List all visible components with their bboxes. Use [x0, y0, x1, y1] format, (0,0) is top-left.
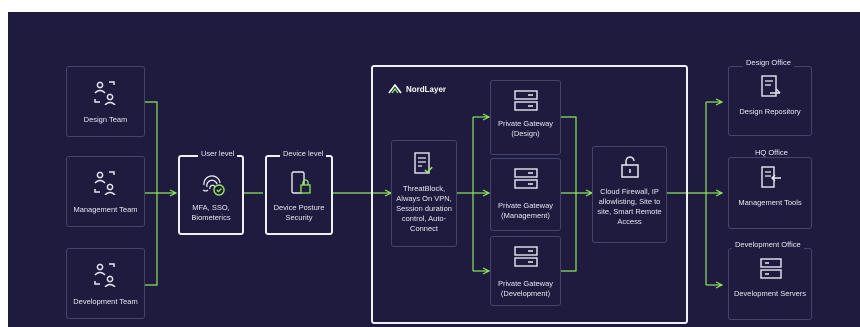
office-box-design: Design Repository — [728, 66, 812, 136]
threatblock-text: ThreatBlock, Always On VPN, Session dura… — [396, 184, 452, 233]
firewall-box: Cloud Firewall, IP allowlisting, Site to… — [592, 146, 667, 243]
architecture-diagram: Design Team Management Team Development … — [0, 0, 860, 327]
office-text: Development Servers — [733, 289, 807, 298]
gateway-label: Private Gateway — [497, 279, 554, 288]
office-text: Design Repository — [739, 107, 801, 116]
office-header: Development Office — [732, 240, 804, 249]
gateway-box-development: Private Gateway (Development) — [490, 236, 561, 306]
nordlayer-logo: NordLayer — [388, 84, 446, 94]
team-label: Design Team — [83, 115, 128, 124]
office-box-development: Development Servers — [728, 248, 812, 320]
office-text: Management Tools — [738, 198, 802, 207]
user-level-header: User level — [198, 149, 238, 158]
document-check-icon — [414, 152, 433, 174]
server-icon — [514, 168, 538, 189]
gateway-sublabel: (Development) — [500, 289, 551, 298]
users-icon — [94, 81, 116, 105]
device-level-box: Device Posture Security — [265, 155, 333, 235]
team-box-development: Development Team — [66, 248, 145, 319]
users-icon — [94, 171, 116, 195]
unlock-icon — [621, 156, 639, 178]
firewall-text: Cloud Firewall, IP allowlisting, Site to… — [597, 187, 662, 226]
team-box-design: Design Team — [66, 66, 145, 137]
phone-lock-icon — [291, 171, 311, 194]
gateway-label: Private Gateway — [497, 201, 554, 210]
gateway-box-design: Private Gateway (Design) — [490, 80, 561, 155]
team-box-management: Management Team — [66, 156, 145, 227]
office-header: HQ Office — [752, 148, 791, 157]
nordlayer-mountain-icon — [388, 84, 402, 94]
office-header: Design Office — [743, 58, 794, 67]
device-level-header: Device level — [280, 149, 327, 158]
team-label: Management Team — [73, 205, 138, 214]
gateway-box-management: Private Gateway (Management) — [490, 158, 561, 231]
threatblock-box: ThreatBlock, Always On VPN, Session dura… — [391, 140, 457, 247]
server-icon — [514, 246, 538, 267]
office-box-hq: Management Tools — [728, 157, 812, 229]
server-icon — [514, 90, 538, 111]
users-icon — [94, 263, 116, 287]
user-level-text: MFA, SSO, Biometerics — [191, 203, 231, 222]
fingerprint-check-icon — [202, 175, 225, 196]
device-level-text: Device Posture Security — [273, 203, 325, 222]
document-arrow-icon — [761, 166, 781, 188]
gateway-label: Private Gateway — [497, 119, 554, 128]
gateway-sublabel: (Design) — [511, 129, 540, 138]
document-edit-icon — [761, 75, 781, 97]
user-level-box: MFA, SSO, Biometerics — [178, 155, 244, 235]
server-icon — [760, 258, 782, 279]
gateway-sublabel: (Management) — [501, 211, 550, 220]
team-label: Development Team — [73, 297, 138, 306]
nordlayer-logo-text: NordLayer — [406, 84, 447, 94]
